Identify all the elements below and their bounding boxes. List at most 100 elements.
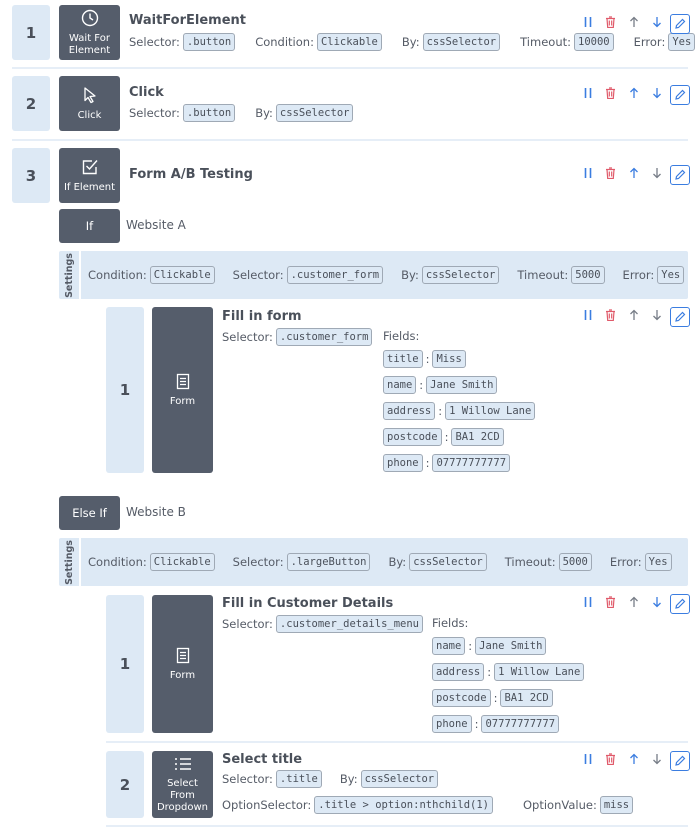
pause-button[interactable] <box>576 16 599 32</box>
step-type-tile[interactable]: Form <box>152 307 213 473</box>
step-title: Click <box>129 85 164 100</box>
step-number: 1 <box>106 595 144 733</box>
step-params: Condition: Clickable Selector: .customer_fo… <box>88 266 685 284</box>
step-type-tile[interactable]: If Element <box>59 148 120 203</box>
field-key: title <box>383 350 423 368</box>
param-value: 10000 <box>574 33 614 51</box>
move-up-button[interactable] <box>622 309 645 325</box>
cursor-icon <box>82 86 98 110</box>
param-value: .title <box>275 770 322 788</box>
trash-icon <box>606 753 615 766</box>
delete-button[interactable] <box>599 596 622 612</box>
arrow-down-icon <box>652 88 661 99</box>
step-type-tile[interactable]: Form <box>152 595 213 733</box>
param-value: cssSelector <box>409 553 487 571</box>
field-key: phone <box>432 715 472 733</box>
form-icon <box>176 647 190 670</box>
param: Condition: Clickable <box>88 266 215 284</box>
delete-button[interactable] <box>599 87 622 103</box>
move-down-button[interactable] <box>645 596 668 612</box>
divider <box>106 825 688 827</box>
param: By: cssSelector <box>388 553 487 571</box>
delete-button[interactable] <box>599 167 622 183</box>
field-key: postcode <box>432 689 491 707</box>
step-number: 2 <box>106 751 144 818</box>
arrow-down-icon <box>652 310 661 321</box>
delete-button[interactable] <box>599 16 622 32</box>
pause-button[interactable] <box>576 87 599 103</box>
branch-tile[interactable]: Else If <box>59 496 120 530</box>
step-type-label: Wait For Element <box>68 32 111 56</box>
field-value: 07777777777 <box>432 454 511 472</box>
delete-button[interactable] <box>599 753 622 769</box>
move-up-button[interactable] <box>622 167 645 183</box>
edit-button[interactable] <box>670 307 690 327</box>
step-number: 3 <box>12 148 50 203</box>
step-type-tile[interactable]: Select From Dropdown <box>152 751 213 818</box>
form-icon <box>176 373 190 396</box>
arrow-down-icon <box>652 754 661 765</box>
step-number: 1 <box>106 307 144 473</box>
settings-label-text: Settings <box>63 539 75 585</box>
param-value: .button <box>182 104 236 122</box>
field-key: address <box>383 402 436 420</box>
param: Selector: .customer_form <box>222 328 373 346</box>
param: Timeout: 5000 <box>505 553 592 571</box>
move-down-button[interactable] <box>645 16 668 32</box>
step-type-tile[interactable]: Wait For Element <box>59 5 120 60</box>
param-label: Timeout: <box>504 555 556 569</box>
edit-button[interactable] <box>670 751 690 771</box>
field-value: 1 Willow Lane <box>445 402 536 420</box>
pause-button[interactable] <box>576 309 599 325</box>
branch-tile[interactable]: If <box>59 209 120 243</box>
move-down-button[interactable] <box>645 167 668 183</box>
edit-button[interactable] <box>670 165 690 185</box>
arrow-up-icon <box>629 16 638 27</box>
param: Error: Yes <box>610 553 672 571</box>
settings-label: Settings <box>59 538 81 586</box>
step-params: Selector: .button By: cssSelector <box>129 104 354 122</box>
step-title: Fill in form <box>222 309 302 324</box>
step-type-tile[interactable]: Click <box>59 76 120 131</box>
step-title: Fill in Customer Details <box>222 596 394 611</box>
move-up-button[interactable] <box>622 596 645 612</box>
trash-icon <box>606 309 615 322</box>
edit-button[interactable] <box>670 594 690 614</box>
field-row: phone:07777777777 <box>432 714 584 734</box>
delete-button[interactable] <box>599 309 622 325</box>
param-value: cssSelector <box>422 33 501 51</box>
field-value: Jane Smith <box>426 376 498 394</box>
param-label: Selector: <box>222 772 273 786</box>
step-type-label: Click <box>77 109 102 121</box>
step-actions <box>576 751 690 771</box>
param: Selector: .customer_form <box>233 266 384 284</box>
trash-icon <box>606 167 615 180</box>
pause-button[interactable] <box>576 167 599 183</box>
move-down-button[interactable] <box>645 87 668 103</box>
field-key: address <box>432 663 485 681</box>
pause-button[interactable] <box>576 596 599 612</box>
param-value: Yes <box>644 553 672 571</box>
field-row: address:1 Willow Lane <box>383 401 536 421</box>
move-down-button[interactable] <box>645 309 668 325</box>
param-value: Clickable <box>149 553 215 571</box>
step-actions <box>576 594 690 614</box>
field-value: Jane Smith <box>475 637 547 655</box>
param-label: Timeout: <box>520 35 571 49</box>
edit-button[interactable] <box>670 14 690 34</box>
fields-label: Fields: <box>383 329 420 343</box>
param-label: Selector: <box>129 35 180 49</box>
pause-button[interactable] <box>576 753 599 769</box>
param: By: cssSelector <box>255 104 354 122</box>
field-separator: : <box>425 352 430 366</box>
field-value: 07777777777 <box>481 715 560 733</box>
edit-button[interactable] <box>670 85 690 105</box>
move-down-button[interactable] <box>645 753 668 769</box>
param-value: cssSelector <box>360 770 439 788</box>
move-up-button[interactable] <box>622 87 645 103</box>
step-type-label: Form <box>169 395 196 407</box>
param: Condition: Clickable <box>88 553 215 571</box>
move-up-button[interactable] <box>622 753 645 769</box>
step-title: Select title <box>222 752 303 767</box>
move-up-button[interactable] <box>622 16 645 32</box>
